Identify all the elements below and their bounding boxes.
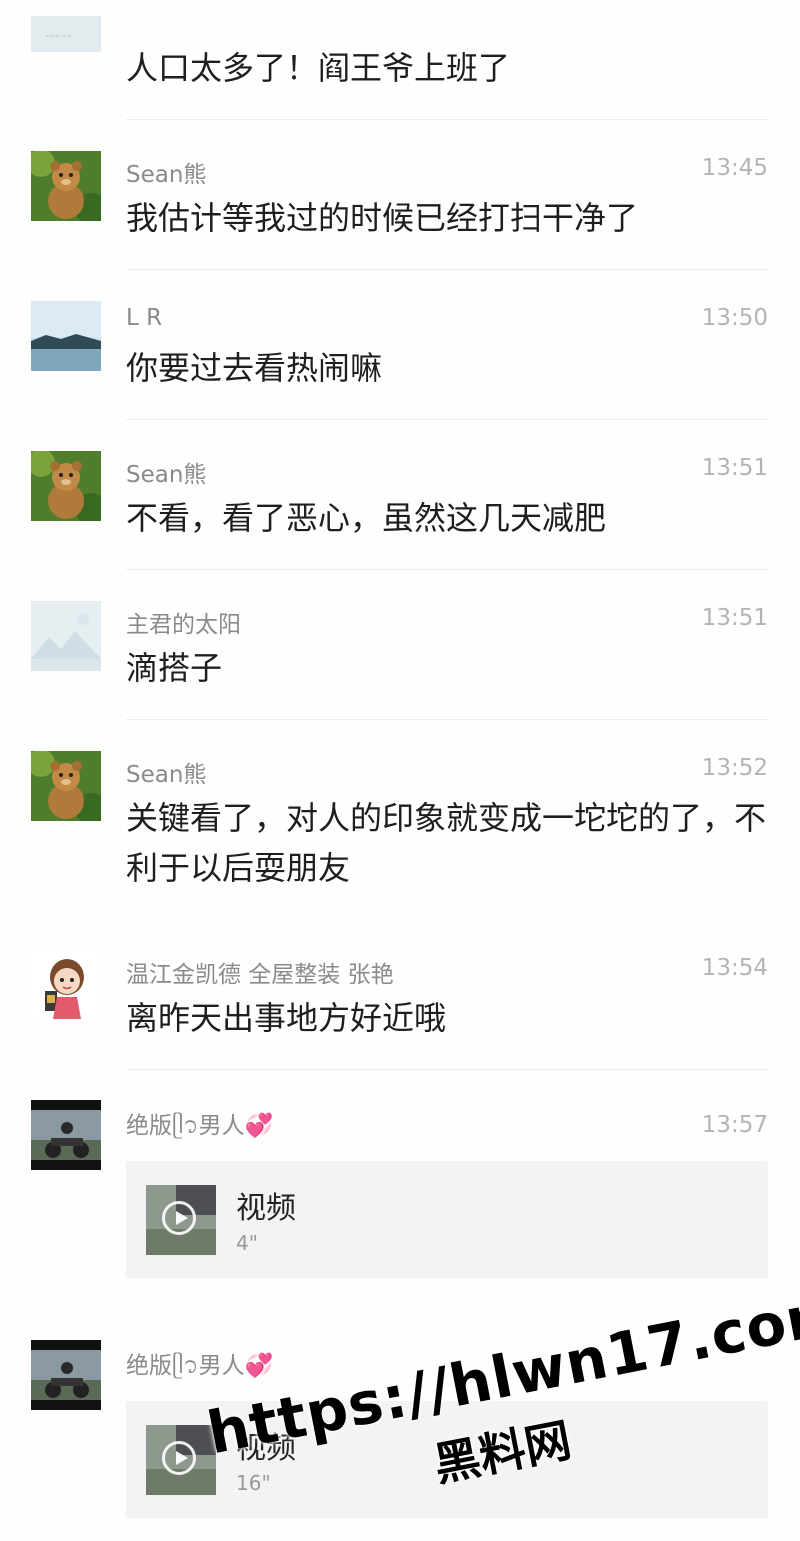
avatar[interactable]: [31, 751, 101, 821]
avatar[interactable]: [31, 451, 101, 521]
video-thumbnail[interactable]: [146, 1185, 216, 1255]
sender-name: 温江金凯德 全屋整装 张艳: [126, 962, 394, 988]
message-text: 离昨天出事地方好近哦: [126, 999, 447, 1037]
video-title: 视频: [236, 1191, 296, 1226]
timestamp: 13:51: [701, 605, 768, 631]
timestamp: 13:52: [701, 755, 768, 781]
timestamp: 13:45: [701, 155, 768, 181]
sender-name: Sean熊: [126, 762, 207, 788]
timestamp: 13:57: [701, 1112, 768, 1138]
message-text: 滴搭子: [126, 649, 223, 687]
sender-name: Sean熊: [126, 162, 207, 188]
sender-name: 主君的太阳: [126, 612, 241, 638]
avatar[interactable]: ~~~ ~~: [31, 16, 101, 52]
timestamp: 13:51: [701, 455, 768, 481]
chat-message: 主君的太阳 13:51 滴搭子: [0, 570, 800, 720]
message-text: 你要过去看热闹嘛: [126, 349, 383, 387]
sender-name: 绝版ᥫ᭡男人💞: [126, 1113, 274, 1139]
timestamp: 13:54: [701, 955, 768, 981]
message-text: 关键看了，对人的印象就变成一坨坨的了，不利于以后耍朋友: [126, 799, 767, 887]
video-duration: 4": [236, 1231, 258, 1255]
chat-message: 温江金凯德 全屋整装 张艳 13:54 离昨天出事地方好近哦: [0, 920, 800, 1070]
chat-message: Sean熊 13:45 我估计等我过的时候已经打扫干净了: [0, 120, 800, 270]
sender-name: 绝版ᥫ᭡男人💞: [126, 1353, 274, 1379]
timestamp: 13:50: [701, 305, 768, 331]
play-icon[interactable]: [162, 1201, 196, 1235]
message-text: 不看，看了恶心，虽然这几天减肥: [126, 499, 607, 537]
video-message-card[interactable]: 视频 4": [126, 1161, 768, 1278]
avatar[interactable]: [31, 951, 101, 1021]
avatar[interactable]: [31, 601, 101, 671]
message-text: 人口太多了！阎王爷上班了: [126, 49, 511, 87]
svg-text:~~~ ~~: ~~~ ~~: [45, 33, 72, 40]
sender-name: Sean熊: [126, 462, 207, 488]
chat-message: 绝版ᥫ᭡男人💞 13:57 视频 4": [0, 1070, 800, 1310]
chat-message: ~~~ ~~ 人口太多了！阎王爷上班了: [0, 0, 800, 120]
chat-message: Sean熊 13:52 关键看了，对人的印象就变成一坨坨的了，不利于以后耍朋友: [0, 720, 800, 920]
avatar[interactable]: [31, 151, 101, 221]
avatar[interactable]: [31, 1100, 101, 1170]
avatar[interactable]: [31, 301, 101, 371]
play-icon[interactable]: [162, 1441, 196, 1475]
sender-name: L R: [126, 305, 163, 331]
chat-message: Sean熊 13:51 不看，看了恶心，虽然这几天减肥: [0, 420, 800, 570]
message-text: 我估计等我过的时候已经打扫干净了: [126, 199, 639, 237]
video-thumbnail[interactable]: [146, 1425, 216, 1495]
chat-message: L R 13:50 你要过去看热闹嘛: [0, 270, 800, 420]
avatar[interactable]: [31, 1340, 101, 1410]
